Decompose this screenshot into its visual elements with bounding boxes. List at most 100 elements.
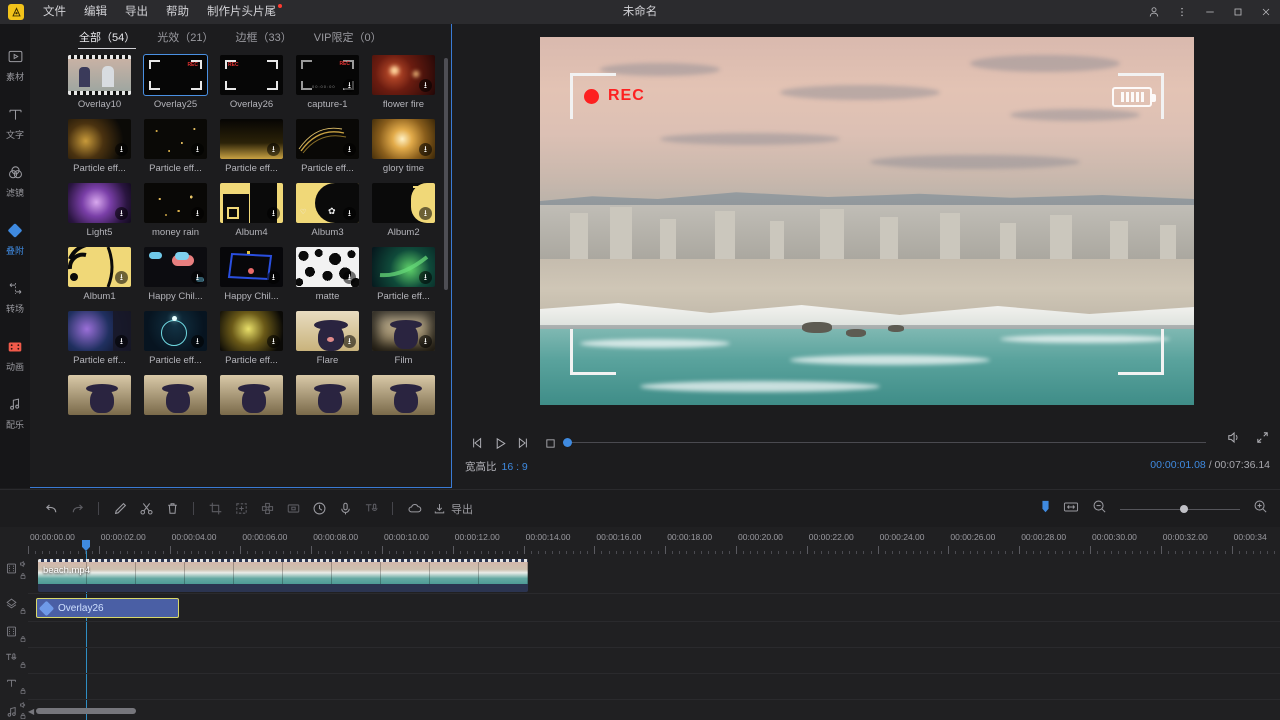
effect-item[interactable]: ⭳ matte [296, 247, 359, 302]
export-button[interactable]: 导出 [433, 501, 473, 517]
effect-item[interactable]: ⭳ Film [372, 311, 435, 366]
sidebar-item-text[interactable]: 文字 [0, 94, 30, 152]
effect-item[interactable]: ⭳ Happy Chil... [144, 247, 207, 302]
menu-item-intro-outro[interactable]: 制作片头片尾 [198, 0, 285, 24]
effect-item[interactable]: ⭳ Particle eff... [220, 119, 283, 174]
seek-bar[interactable] [563, 441, 1206, 444]
effect-item[interactable] [68, 375, 131, 415]
prev-frame-button[interactable] [467, 432, 489, 454]
effect-item[interactable]: REC 00:00:00 ⭳ capture-1 [296, 55, 359, 110]
download-badge[interactable]: ⭳ [115, 207, 128, 220]
cut-icon[interactable] [133, 496, 159, 522]
next-frame-button[interactable] [511, 432, 533, 454]
track-mute-icon[interactable] [19, 560, 27, 570]
download-badge[interactable]: ⭳ [419, 207, 432, 220]
track-row-overlay[interactable] [28, 594, 1280, 622]
close-icon[interactable] [1252, 0, 1280, 24]
download-badge[interactable]: ⭳ [191, 335, 204, 348]
sidebar-item-media[interactable]: 素材 [0, 36, 30, 94]
track-row-voiceover[interactable] [28, 648, 1280, 674]
tab-borders[interactable]: 边框（33） [225, 24, 303, 52]
effect-item[interactable]: Overlay10 [68, 55, 131, 110]
menu-item-help[interactable]: 帮助 [157, 0, 198, 24]
marker-icon[interactable] [1041, 500, 1050, 519]
download-badge[interactable]: ⭳ [343, 335, 356, 348]
sidebar-item-animation[interactable]: 动画 [0, 326, 30, 384]
download-badge[interactable]: ⭳ [267, 207, 280, 220]
download-badge[interactable]: ⭳ [115, 271, 128, 284]
maximize-icon[interactable] [1224, 0, 1252, 24]
menu-item-file[interactable]: 文件 [34, 0, 75, 24]
effect-item[interactable]: ⭳ Flare [296, 311, 359, 366]
download-badge[interactable]: ⭳ [115, 335, 128, 348]
minimize-icon[interactable] [1196, 0, 1224, 24]
speed-icon[interactable] [306, 496, 332, 522]
track-lock-icon[interactable] [19, 607, 27, 617]
sidebar-item-music[interactable]: 配乐 [0, 384, 30, 442]
timeline-clip-overlay[interactable]: Overlay26 [36, 598, 179, 618]
track-lock-icon[interactable] [19, 572, 27, 582]
track-row-video-2[interactable] [28, 622, 1280, 648]
track-lock-icon[interactable] [19, 712, 27, 720]
effect-item[interactable]: REC Overlay26 [220, 55, 283, 110]
track-row-music[interactable] [28, 700, 1280, 720]
account-icon[interactable] [1140, 0, 1168, 24]
effect-item[interactable] [372, 375, 435, 415]
download-badge[interactable]: ⭳ [191, 271, 204, 284]
effect-item[interactable]: ⭳ Particle eff... [296, 119, 359, 174]
effect-item[interactable]: ⭳ Particle eff... [220, 311, 283, 366]
more-icon[interactable] [1168, 0, 1196, 24]
zoom-out-icon[interactable] [1092, 499, 1107, 519]
sidebar-item-filter[interactable]: 滤镜 [0, 152, 30, 210]
menu-item-edit[interactable]: 编辑 [75, 0, 116, 24]
effect-item[interactable]: ♡ ✿ ⭳ Album3 [296, 183, 359, 238]
undo-icon[interactable] [38, 496, 64, 522]
effect-item[interactable]: ⭳ Album4 [220, 183, 283, 238]
zoom-slider-handle[interactable] [1180, 505, 1188, 513]
download-badge[interactable]: ⭳ [267, 335, 280, 348]
stop-button[interactable] [539, 432, 561, 454]
track-lock-icon[interactable] [19, 661, 27, 671]
effect-item[interactable] [144, 375, 207, 415]
track-lock-icon[interactable] [19, 635, 27, 645]
effect-item[interactable]: ⭳ Light5 [68, 183, 131, 238]
track-row-text[interactable] [28, 674, 1280, 700]
volume-icon[interactable] [1226, 430, 1241, 450]
download-badge[interactable]: ⭳ [267, 271, 280, 284]
download-badge[interactable]: ⭳ [343, 143, 356, 156]
effect-item[interactable]: ⭳ Album1 [68, 247, 131, 302]
sidebar-item-transition[interactable]: 转场 [0, 268, 30, 326]
cloud-icon[interactable] [401, 496, 427, 522]
effect-item[interactable]: ⭳ Particle eff... [144, 311, 207, 366]
download-badge[interactable]: ⭳ [267, 143, 280, 156]
effect-item[interactable]: ☆ ⭳ Album2 [372, 183, 435, 238]
timeline-hscrollbar[interactable] [36, 708, 136, 714]
timeline-ruler[interactable]: 00:00:00.0000:00:02.0000:00:04.0000:00:0… [28, 532, 1280, 556]
effect-item[interactable]: ⭳ Particle eff... [68, 119, 131, 174]
effect-item[interactable]: ⭳ Particle eff... [68, 311, 131, 366]
delete-icon[interactable] [159, 496, 185, 522]
fullscreen-icon[interactable] [1255, 430, 1270, 450]
edit-icon[interactable] [107, 496, 133, 522]
redo-icon[interactable] [64, 496, 90, 522]
effect-item[interactable]: REC Overlay25 [144, 55, 207, 110]
play-button[interactable] [489, 432, 511, 454]
effects-scrollbar[interactable] [444, 58, 448, 290]
download-badge[interactable]: ⭳ [343, 271, 356, 284]
effect-item[interactable] [296, 375, 359, 415]
text-to-speech-icon[interactable] [358, 496, 384, 522]
download-badge[interactable]: ⭳ [419, 143, 432, 156]
track-mute-icon[interactable] [19, 701, 27, 711]
download-badge[interactable]: ⭳ [115, 143, 128, 156]
tab-all[interactable]: 全部（54） [68, 24, 146, 52]
menu-item-export[interactable]: 导出 [116, 0, 157, 24]
video-preview[interactable]: REC [540, 37, 1194, 405]
track-lock-icon[interactable] [19, 687, 27, 697]
download-badge[interactable]: ⭳ [191, 143, 204, 156]
effect-item[interactable]: ⭳ flower fire [372, 55, 435, 110]
crop-icon[interactable] [202, 496, 228, 522]
fit-icon[interactable] [1063, 500, 1079, 519]
download-badge[interactable]: ⭳ [419, 335, 432, 348]
download-badge[interactable]: ⭳ [343, 79, 356, 92]
mosaic-icon[interactable] [254, 496, 280, 522]
